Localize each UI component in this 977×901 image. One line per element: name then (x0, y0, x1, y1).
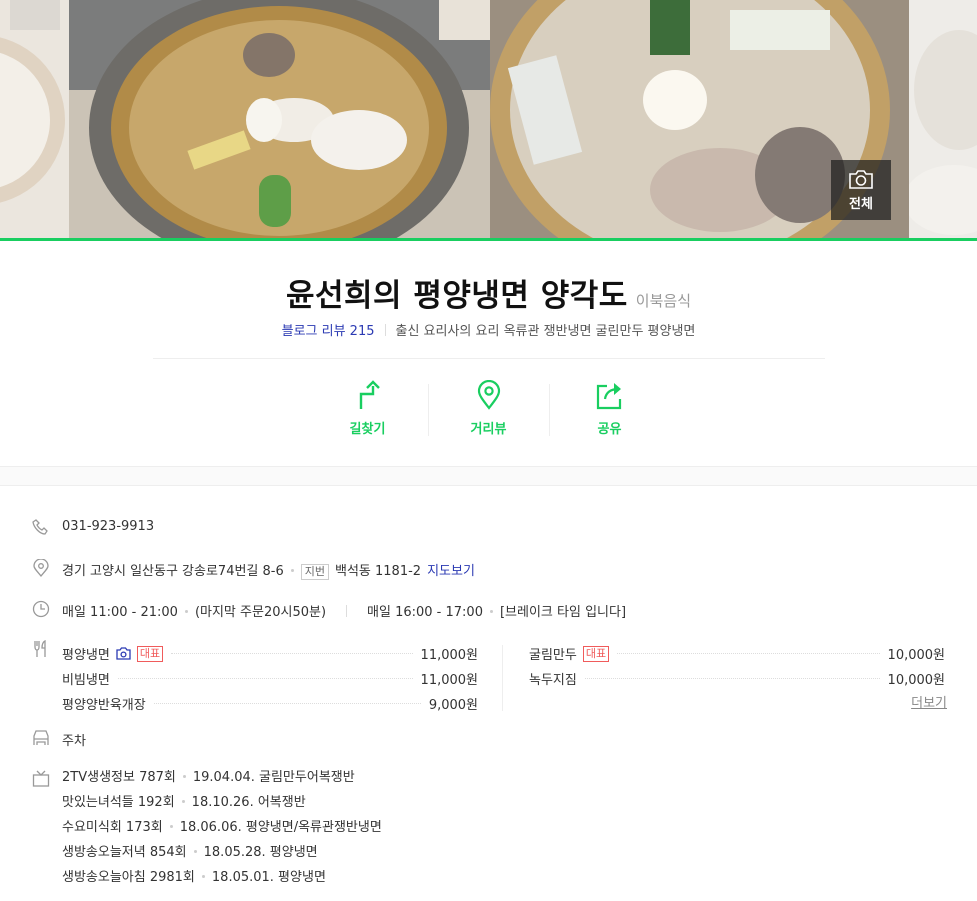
tv-show: 생방송오늘저녁 854회 (62, 845, 187, 860)
menu-item-price: 10,000원 (887, 673, 945, 688)
tv-item: 2TV생생정보 787회 19.04.04. 굴림만두어복쟁반 (62, 768, 382, 793)
tv-appearance-list: 2TV생생정보 787회 19.04.04. 굴림만두어복쟁반 맛있는녀석들 19… (62, 768, 382, 893)
hours-break: 매일 16:00 - 17:00 (367, 605, 483, 620)
tv-show: 2TV생생정보 787회 (62, 770, 176, 785)
road-address: 경기 고양시 일산동구 강송로74번길 8-6 (62, 564, 284, 579)
parking-icon (33, 730, 49, 745)
tv-desc: 18.06.06. 평양냉면/옥류관쟁반냉면 (179, 820, 382, 835)
tv-desc: 18.10.26. 어복쟁반 (191, 795, 306, 810)
hours-break-note: [브레이크 타임 입니다] (499, 605, 627, 620)
tv-item: 생방송오늘아침 2981회 18.05.01. 평양냉면 (62, 868, 382, 893)
street-view-label: 거리뷰 (470, 422, 507, 437)
divider (384, 324, 386, 336)
place-category: 이북음식 (635, 292, 691, 310)
photo-4[interactable] (909, 0, 977, 238)
photo-2[interactable] (69, 0, 490, 238)
place-keywords: 출신 요리사의 요리 옥류관 쟁반냉면 굴린만두 평양냉면 (395, 324, 696, 339)
clock-icon (32, 600, 50, 618)
menu-item-name: 비빔냉면 (62, 673, 110, 688)
share-button[interactable]: 공유 (549, 380, 670, 440)
divider (153, 358, 825, 359)
menu-item: 녹두지짐 10,000원 (529, 666, 945, 691)
divider (502, 645, 503, 711)
menu-item: 비빔냉면 11,000원 (62, 666, 478, 691)
directions-icon (359, 380, 380, 409)
location-pin-icon (33, 559, 49, 577)
lot-address-tag: 지번 (300, 564, 329, 580)
view-map-link[interactable]: 지도보기 (427, 564, 475, 579)
phone-icon (32, 519, 48, 535)
representative-badge: 대표 (582, 645, 610, 662)
menu-item-price: 11,000원 (420, 673, 478, 688)
menu-item: 평양양반육개장 9,000원 (62, 691, 478, 716)
phone-number[interactable]: 031-923-9913 (62, 519, 154, 534)
menu-more-link[interactable]: 더보기 (911, 692, 947, 711)
hours-main: 매일 11:00 - 21:00 (62, 605, 178, 620)
camera-icon[interactable] (116, 647, 131, 660)
menu-column-right: 굴림만두 대표 10,000원 녹두지짐 10,000원 (529, 641, 945, 691)
hours-main-note: (마지막 주문20시50분) (194, 605, 327, 620)
tv-icon (32, 770, 50, 787)
menu-item-name: 녹두지짐 (529, 673, 577, 688)
directions-label: 길찾기 (349, 422, 386, 437)
accent-line (0, 238, 977, 241)
tv-item: 생방송오늘저녁 854회 18.05.28. 평양냉면 (62, 843, 382, 868)
menu-utensils-icon (34, 640, 46, 657)
address-line: 경기 고양시 일산동구 강송로74번길 8-6 지번 백석동 1181-2 지도보기 (62, 560, 475, 580)
menu-item-price: 9,000원 (428, 698, 478, 713)
street-view-icon (477, 380, 500, 410)
tv-desc: 18.05.28. 평양냉면 (203, 845, 318, 860)
blog-review-link[interactable]: 블로그 리뷰 215 (282, 324, 375, 339)
place-header: 윤선희의 평양냉면 양각도 이북음식 (0, 270, 977, 315)
action-bar: 길찾기 거리뷰 공유 (307, 380, 670, 440)
photo-strip: 전체 (0, 0, 977, 238)
menu-column-left: 평양냉면 대표 11,000원 비빔냉면 11,000원 평양양반육개장 9,0… (62, 641, 478, 716)
directions-button[interactable]: 길찾기 (307, 380, 428, 440)
representative-badge: 대표 (136, 645, 164, 662)
menu-item-name: 평양냉면 (62, 648, 110, 663)
menu-item-price: 10,000원 (887, 648, 945, 663)
lot-address: 백석동 1181-2 (335, 564, 422, 579)
menu-item-name: 평양양반육개장 (62, 698, 146, 713)
menu-item-price: 11,000원 (420, 648, 478, 663)
share-label: 공유 (597, 422, 622, 437)
tv-desc: 19.04.04. 굴림만두어복쟁반 (192, 770, 355, 785)
section-separator (0, 466, 977, 486)
camera-icon (849, 170, 873, 189)
parking-label: 주차 (62, 734, 86, 749)
view-all-label: 전체 (849, 197, 873, 212)
hours-line: 매일 11:00 - 21:00 (마지막 주문20시50분) 매일 16:00 -… (62, 601, 626, 620)
tv-desc: 18.05.01. 평양냉면 (211, 870, 326, 885)
place-subline: 블로그 리뷰 215 출신 요리사의 요리 옥류관 쟁반냉면 굴린만두 평양냉면 (0, 320, 977, 339)
menu-item: 굴림만두 대표 10,000원 (529, 641, 945, 666)
tv-show: 생방송오늘아침 2981회 (62, 870, 195, 885)
tv-item: 맛있는녀석들 192회 18.10.26. 어복쟁반 (62, 793, 382, 818)
view-all-photos-button[interactable]: 전체 (831, 160, 891, 220)
tv-item: 수요미식회 173회 18.06.06. 평양냉면/옥류관쟁반냉면 (62, 818, 382, 843)
tv-show: 맛있는녀석들 192회 (62, 795, 175, 810)
menu-item: 평양냉면 대표 11,000원 (62, 641, 478, 666)
place-name: 윤선희의 평양냉면 양각도 (285, 278, 628, 314)
street-view-button[interactable]: 거리뷰 (428, 380, 549, 440)
tv-show: 수요미식회 173회 (62, 820, 163, 835)
photo-1[interactable] (0, 0, 69, 238)
share-icon (596, 383, 621, 410)
menu-item-name: 굴림만두 (529, 648, 577, 663)
